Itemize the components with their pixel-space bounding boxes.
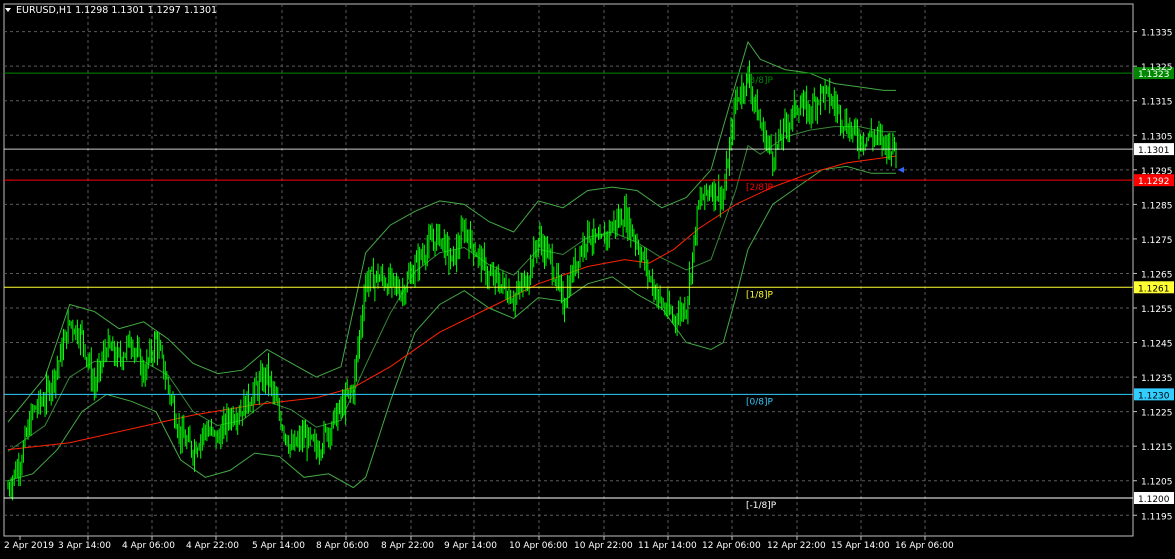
x-tick-label: 11 Apr 14:00	[638, 541, 697, 551]
chart-canvas[interactable]: [3/8]P1.1323[2/8]P1.1292[1/8]P1.1261[0/8…	[0, 0, 1175, 555]
y-tick-label: 1.1285	[1141, 201, 1173, 211]
x-tick-label: 8 Apr 06:00	[316, 541, 369, 551]
y-tick-label: 1.1305	[1141, 132, 1173, 142]
bollinger-bands	[7, 40, 896, 489]
y-tick-label: 1.1295	[1141, 167, 1173, 177]
y-tick-label: 1.1225	[1141, 409, 1173, 419]
x-tick-label: 4 Apr 06:00	[122, 541, 175, 551]
current-price-label: 1.1301	[1138, 146, 1170, 156]
price-chart[interactable]: [3/8]P 1.1323 [2/8]P 1.1292 [1/8]P 1.1261 [0/8…	[0, 0, 1175, 555]
murrey-level-label: [1/8]P	[746, 290, 774, 300]
x-tick-label: 8 Apr 22:00	[381, 541, 434, 551]
x-tick-label: 10 Apr 22:00	[574, 541, 633, 551]
y-tick-label: 1.1265	[1141, 270, 1173, 280]
x-tick-label: 15 Apr 14:00	[831, 541, 890, 551]
y-tick-label: 1.1315	[1141, 98, 1173, 108]
y-tick-label: 1.1205	[1141, 478, 1173, 488]
dropdown-arrow-icon[interactable]	[5, 8, 11, 12]
murrey-price-label: 1.1200	[1138, 495, 1170, 505]
x-tick-label: 2 Apr 2019	[4, 541, 54, 551]
murrey-level-label: [-1/8]P	[746, 501, 777, 511]
y-tick-label: 1.1275	[1141, 236, 1173, 246]
x-tick-label: 12 Apr 06:00	[702, 541, 761, 551]
y-tick-label: 1.1235	[1141, 374, 1173, 384]
y-tick-label: 1.1215	[1141, 443, 1173, 453]
y-tick-label: 1.1325	[1141, 63, 1173, 73]
price-candles	[7, 60, 897, 501]
last-bar-marker-icon	[898, 166, 904, 173]
grid	[3, 3, 1134, 537]
y-tick-label: 1.1335	[1141, 29, 1173, 39]
murrey-price-label: 1.1292	[1138, 177, 1170, 187]
murrey-price-label: 1.1261	[1138, 284, 1170, 294]
y-tick-label: 1.1255	[1141, 305, 1173, 315]
band-lower-line	[7, 165, 896, 489]
x-tick-label: 9 Apr 14:00	[444, 541, 497, 551]
y-tick-label: 1.1245	[1141, 340, 1173, 350]
murrey-price-label: 1.1230	[1138, 391, 1170, 401]
plot-frame	[3, 3, 1134, 537]
murrey-levels: [3/8]P1.1323[2/8]P1.1292[1/8]P1.1261[0/8…	[4, 67, 1174, 511]
band-upper-line	[7, 40, 896, 423]
x-tick-label: 12 Apr 22:00	[767, 541, 826, 551]
x-tick-label: 5 Apr 14:00	[252, 541, 305, 551]
symbol-info: EURUSD,H1 1.1298 1.1301 1.1297 1.1301	[16, 5, 217, 16]
murrey-level-label: [3/8]P	[746, 76, 774, 86]
x-tick-label: 10 Apr 06:00	[509, 541, 568, 551]
x-tick-label: 3 Apr 14:00	[58, 541, 111, 551]
murrey-level-label: [0/8]P	[746, 397, 774, 407]
chart-header: EURUSD,H1 1.1298 1.1301 1.1297 1.1301	[5, 5, 217, 16]
y-tick-label: 1.1195	[1141, 512, 1173, 522]
x-tick-label: 16 Apr 06:00	[895, 541, 954, 551]
murrey-level-label: [2/8]P	[746, 183, 774, 193]
axes: 1.1335 1.1325 1.1315 1.1305 1.1295 1.1285 1.12…	[4, 29, 1173, 551]
x-tick-label: 4 Apr 22:00	[186, 541, 239, 551]
